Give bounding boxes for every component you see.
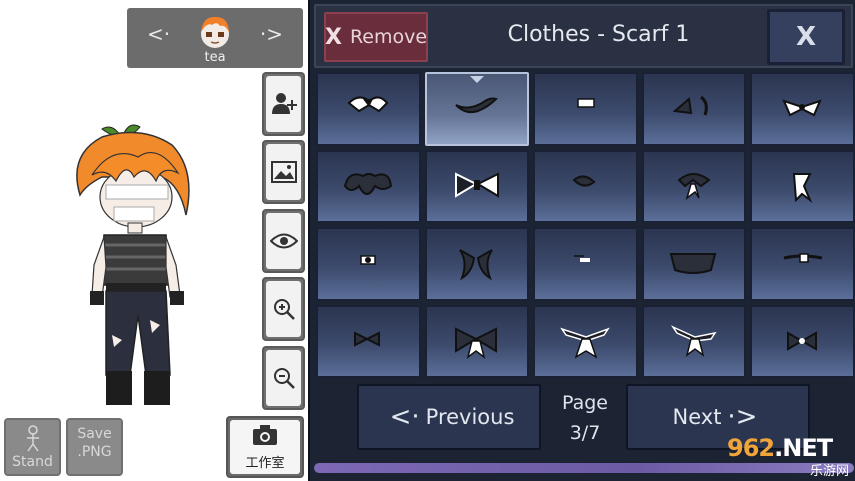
next-label: Next <box>672 405 722 429</box>
zoom-out-button[interactable] <box>262 346 305 410</box>
scarf-icon <box>786 331 817 351</box>
remove-x-icon: X <box>324 24 342 50</box>
page-indicator: Page 3/7 <box>550 388 620 448</box>
eye-icon <box>269 233 298 249</box>
stand-button[interactable]: Stand <box>4 418 61 476</box>
scarf-item-7[interactable] <box>424 149 530 223</box>
scarf-item-17[interactable] <box>424 304 530 378</box>
scarf-icon <box>572 175 596 187</box>
panel-title: Clothes - Scarf 1 <box>507 22 690 47</box>
scarf-item-1[interactable] <box>316 72 421 146</box>
scarf-item-10[interactable] <box>750 149 855 223</box>
character-name: tea <box>204 50 226 65</box>
scarf-icon <box>672 95 708 116</box>
character-head-icon <box>195 12 235 52</box>
watermark-main: 962.NET <box>727 434 833 462</box>
toggle-visibility-button[interactable] <box>262 209 305 273</box>
scarf-item-5[interactable] <box>750 72 855 146</box>
chevron-right-icon: ·> <box>727 402 758 432</box>
background-image-icon <box>270 161 297 183</box>
clothes-panel: X Remove Clothes - Scarf 1 X <· Previous… <box>308 0 855 481</box>
studio-label: 工作室 <box>245 456 285 471</box>
studio-button[interactable]: 工作室 <box>226 416 304 478</box>
scarf-item-19[interactable] <box>641 304 747 378</box>
scarf-icon <box>677 173 711 201</box>
selected-indicator-icon <box>469 76 484 83</box>
scarf-item-11[interactable] <box>316 227 421 301</box>
scarf-item-16[interactable] <box>316 304 421 378</box>
scarf-icon <box>360 255 377 265</box>
remove-label: Remove <box>349 26 428 48</box>
page-value: 3/7 <box>569 422 601 444</box>
zoom-in-button[interactable] <box>262 277 305 341</box>
remove-button[interactable]: X Remove <box>324 12 428 62</box>
scarf-item-6[interactable] <box>316 149 421 223</box>
scarf-item-20[interactable] <box>750 304 855 378</box>
zoom-out-icon <box>273 368 295 389</box>
previous-button[interactable]: <· Previous <box>357 384 541 450</box>
scarf-item-9[interactable] <box>641 149 747 223</box>
item-grid <box>316 72 855 378</box>
scarf-icon <box>669 252 717 274</box>
scarf-item-14[interactable] <box>641 227 747 301</box>
previous-label: Previous <box>425 405 515 429</box>
scarf-icon <box>792 173 813 204</box>
scarf-icon <box>454 327 497 360</box>
scarf-icon <box>560 327 611 359</box>
background-button[interactable] <box>262 140 305 204</box>
scarf-item-12[interactable] <box>424 227 530 301</box>
save-png-button[interactable]: Save .PNG <box>66 418 123 476</box>
page-label: Page <box>562 392 608 414</box>
scarf-item-4[interactable] <box>641 72 747 146</box>
zoom-in-icon <box>273 299 295 320</box>
scarf-icon <box>577 98 596 108</box>
scarf-icon <box>783 253 822 263</box>
watermark: 962.NET 乐游网 <box>727 434 851 479</box>
save-label: Save <box>77 426 112 442</box>
scarf-icon <box>354 331 381 347</box>
scarf-icon <box>781 99 822 117</box>
scarf-icon <box>671 325 717 358</box>
scarf-icon <box>455 97 498 113</box>
scarf-icon <box>344 173 393 196</box>
scarf-item-2[interactable] <box>424 72 530 146</box>
scarf-item-13[interactable] <box>533 227 638 301</box>
chevron-left-icon: <· <box>389 402 420 432</box>
close-button[interactable]: X <box>767 9 845 65</box>
scarf-item-3[interactable] <box>533 72 638 146</box>
panel-header: X Remove Clothes - Scarf 1 X <box>314 4 853 68</box>
character-selector: <· ·> tea <box>127 8 303 68</box>
scarf-item-18[interactable] <box>533 304 638 378</box>
scarf-icon <box>347 96 389 113</box>
add-character-icon <box>271 93 297 114</box>
stand-pose-icon <box>26 425 39 452</box>
chevron-left-icon[interactable]: <· <box>147 22 170 46</box>
scarf-icon <box>459 248 493 281</box>
chevron-right-icon[interactable]: ·> <box>260 22 283 46</box>
scarf-item-15[interactable] <box>750 227 855 301</box>
png-label: .PNG <box>77 444 112 460</box>
scarf-item-8[interactable] <box>533 149 638 223</box>
scarf-icon <box>574 255 591 262</box>
character-preview[interactable] <box>62 115 212 415</box>
stand-label: Stand <box>12 454 53 470</box>
camera-icon <box>253 425 277 445</box>
scarf-icon <box>454 172 499 199</box>
watermark-sub: 乐游网 <box>809 464 849 479</box>
add-character-button[interactable] <box>262 72 305 136</box>
